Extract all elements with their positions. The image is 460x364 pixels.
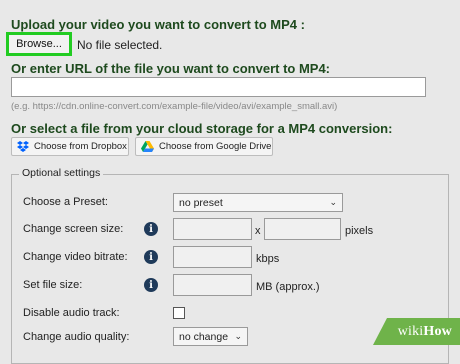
google-drive-button[interactable]: Choose from Google Drive xyxy=(135,137,273,156)
cloud-heading: Or select a file from your cloud storage… xyxy=(11,121,393,136)
dropbox-label: Choose from Dropbox xyxy=(34,141,127,152)
disable-audio-label: Disable audio track: xyxy=(23,307,120,319)
dropbox-button[interactable]: Choose from Dropbox xyxy=(11,137,129,156)
info-icon[interactable]: i xyxy=(144,222,158,236)
info-icon[interactable]: i xyxy=(144,250,158,264)
file-size-unit: MB (approx.) xyxy=(256,281,320,293)
screen-size-separator: x xyxy=(255,225,261,237)
upload-heading: Upload your video you want to convert to… xyxy=(11,17,305,32)
screen-height-input[interactable] xyxy=(264,218,341,240)
url-input[interactable] xyxy=(11,77,426,97)
file-size-label: Set file size: xyxy=(23,279,83,291)
preset-label: Choose a Preset: xyxy=(23,196,108,208)
audio-quality-label: Change audio quality: xyxy=(23,331,130,343)
preset-select[interactable]: no preset ⌄ xyxy=(173,193,343,212)
dropbox-icon xyxy=(17,141,29,152)
bitrate-label: Change video bitrate: xyxy=(23,251,128,263)
disable-audio-checkbox[interactable] xyxy=(173,307,185,319)
chevron-down-icon: ⌄ xyxy=(234,331,242,341)
url-example: (e.g. https://cdn.online-convert.com/exa… xyxy=(11,101,338,112)
bitrate-input[interactable] xyxy=(173,246,252,268)
screen-size-label: Change screen size: xyxy=(23,223,124,235)
screen-width-input[interactable] xyxy=(173,218,252,240)
browse-highlight[interactable]: Browse... xyxy=(6,32,72,56)
optional-settings-legend: Optional settings xyxy=(19,167,104,179)
chevron-down-icon: ⌄ xyxy=(329,197,337,207)
google-drive-label: Choose from Google Drive xyxy=(159,141,272,152)
info-icon[interactable]: i xyxy=(144,278,158,292)
bitrate-unit: kbps xyxy=(256,253,280,265)
file-status: No file selected. xyxy=(77,38,163,52)
google-drive-icon xyxy=(141,141,154,152)
wikihow-watermark: wiki How xyxy=(373,318,460,345)
url-heading: Or enter URL of the file you want to con… xyxy=(11,61,331,76)
file-size-input[interactable] xyxy=(173,274,252,296)
audio-quality-select[interactable]: no change ⌄ xyxy=(173,327,248,346)
audio-quality-value: no change xyxy=(179,330,229,343)
preset-value: no preset xyxy=(179,196,223,209)
browse-button[interactable]: Browse... xyxy=(16,38,62,50)
watermark-prefix: wiki xyxy=(397,323,424,339)
watermark-suffix: How xyxy=(423,323,452,339)
screen-size-unit: pixels xyxy=(345,225,374,237)
